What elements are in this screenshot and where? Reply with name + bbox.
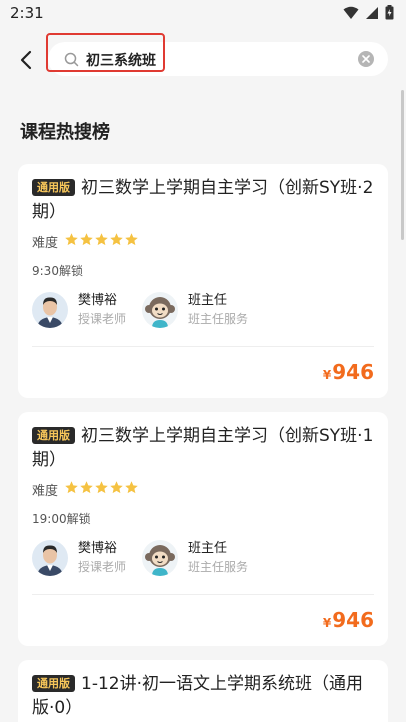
star-icon (95, 481, 108, 494)
price-amount: 946 (332, 608, 374, 632)
teacher-role: 授课老师 (78, 312, 127, 326)
star-icon (65, 481, 78, 494)
scrollbar[interactable] (401, 90, 404, 240)
course-badge: 通用版 (32, 427, 75, 444)
clear-search-button[interactable] (358, 51, 374, 67)
search-input[interactable]: 初三系统班 (48, 42, 388, 76)
unlock-time: 19:00解锁 (32, 512, 91, 526)
price-symbol: ¥ (322, 368, 332, 382)
price-amount: 946 (332, 360, 374, 384)
star-icon (110, 233, 123, 246)
rating-stars (64, 480, 139, 499)
close-icon (362, 55, 370, 63)
chevron-left-icon (20, 50, 32, 70)
divider (32, 594, 374, 595)
course-card[interactable]: 通用版 初三数学上学期自主学习（创新SY班·2期） 难度 9:30解锁 樊博裕 授… (18, 164, 388, 398)
divider (32, 346, 374, 347)
back-button[interactable] (14, 44, 38, 76)
teacher-name: 樊博裕 (78, 541, 118, 556)
difficulty-label: 难度 (32, 484, 59, 499)
head-teacher-role: 班主任服务 (188, 560, 249, 574)
teacher-name: 樊博裕 (78, 293, 118, 308)
head-teacher-name: 班主任 (188, 293, 228, 308)
course-price: ¥946 (323, 608, 374, 632)
head-teacher-info[interactable]: 班主任 班主任服务 (142, 292, 248, 328)
unlock-time: 9:30解锁 (32, 264, 83, 278)
course-badge: 通用版 (32, 179, 75, 196)
difficulty-row: 难度 (32, 480, 139, 499)
course-card[interactable]: 通用版 1-12讲·初一语文上学期系统班（通用版·0） (18, 660, 388, 722)
course-card[interactable]: 通用版 初三数学上学期自主学习（创新SY班·1期） 难度 19:00解锁 樊博裕 … (18, 412, 388, 646)
head-teacher-name: 班主任 (188, 541, 228, 556)
course-title-block: 通用版 1-12讲·初一语文上学期系统班（通用版·0） (32, 672, 377, 720)
course-title-block: 通用版 初三数学上学期自主学习（创新SY班·2期） (32, 176, 377, 224)
price-symbol: ¥ (322, 616, 332, 630)
star-icon (125, 233, 138, 246)
head-teacher-info[interactable]: 班主任 班主任服务 (142, 540, 248, 576)
battery-icon (385, 5, 394, 20)
star-icon (95, 233, 108, 246)
course-badge: 通用版 (32, 675, 75, 692)
rating-stars (64, 232, 139, 251)
difficulty-label: 难度 (32, 236, 59, 251)
teacher-info[interactable]: 樊博裕 授课老师 (32, 540, 126, 576)
signal-icon (366, 6, 378, 19)
star-icon (80, 233, 93, 246)
head-teacher-avatar (142, 292, 178, 328)
teacher-avatar (32, 292, 68, 328)
teacher-avatar (32, 540, 68, 576)
head-teacher-avatar (142, 540, 178, 576)
search-icon (64, 52, 79, 67)
status-icons (343, 5, 394, 20)
section-title: 课程热搜榜 (20, 122, 110, 143)
status-bar: 2:31 (0, 0, 406, 28)
head-teacher-role: 班主任服务 (188, 312, 249, 326)
course-title: 初三数学上学期自主学习（创新SY班·2期） (32, 178, 374, 222)
search-query[interactable]: 初三系统班 (86, 50, 156, 70)
teacher-role: 授课老师 (78, 560, 127, 574)
course-title: 1-12讲·初一语文上学期系统班（通用版·0） (32, 674, 363, 718)
teacher-info[interactable]: 樊博裕 授课老师 (32, 292, 126, 328)
difficulty-row: 难度 (32, 232, 139, 251)
wifi-icon (343, 6, 359, 19)
star-icon (80, 481, 93, 494)
status-time: 2:31 (10, 4, 44, 22)
course-title: 初三数学上学期自主学习（创新SY班·1期） (32, 426, 374, 470)
course-title-block: 通用版 初三数学上学期自主学习（创新SY班·1期） (32, 424, 377, 472)
star-icon (65, 233, 78, 246)
star-icon (110, 481, 123, 494)
star-icon (125, 481, 138, 494)
course-price: ¥946 (323, 360, 374, 384)
